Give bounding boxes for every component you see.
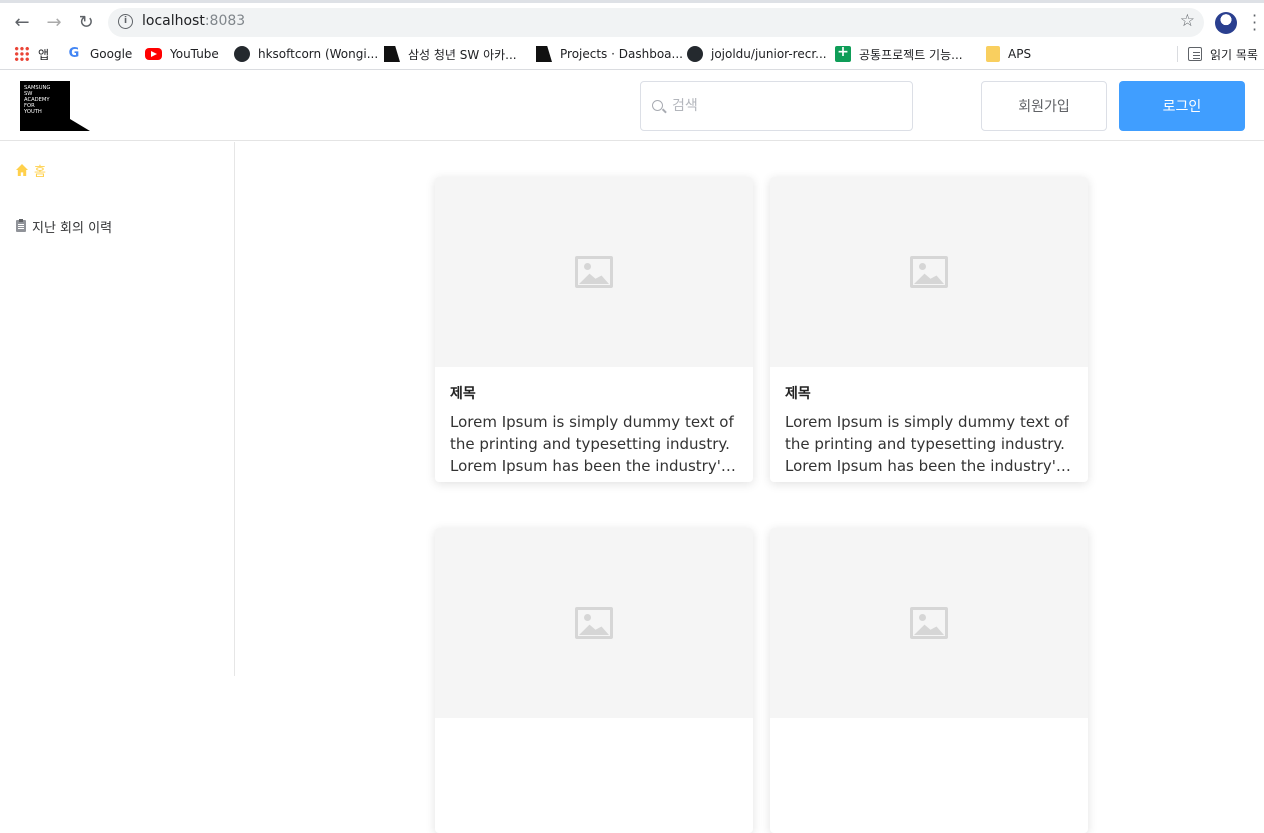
bookmark-divider (1177, 46, 1178, 62)
card-description (450, 742, 740, 808)
bookmark-projects[interactable]: Projects · Dashboa... (536, 44, 683, 64)
samsung-icon (536, 46, 552, 62)
search-icon (652, 100, 663, 111)
search-input[interactable] (672, 94, 902, 118)
conference-card[interactable]: 제목 Lorem Ipsum is simply dummy text of t… (435, 177, 753, 482)
sidebar: 홈 지난 회의 이력 (0, 142, 235, 676)
github-icon (687, 46, 703, 62)
card-image-placeholder (435, 528, 753, 718)
folder-icon (986, 46, 1000, 62)
conference-card[interactable]: 제목 Lorem Ipsum is simply dummy text of t… (770, 177, 1088, 482)
bookmark-star-icon[interactable]: ☆ (1180, 11, 1195, 31)
ssafy-logo[interactable]: SAMSUNG SW ACADEMY FOR YOUTH (20, 81, 90, 131)
address-bar[interactable]: i localhost:8083 ☆ (108, 8, 1204, 37)
youtube-icon (145, 48, 162, 60)
svg-text:YOUTH: YOUTH (23, 109, 42, 115)
back-arrow-icon[interactable]: ← (10, 10, 34, 34)
bookmark-google[interactable]: G Google (66, 44, 133, 64)
bookmark-jojoldu[interactable]: jojoldu/junior-recr... (687, 44, 827, 64)
bookmark-ssafy[interactable]: 삼성 청년 SW 아카... (384, 44, 517, 64)
card-description: Lorem Ipsum is simply dummy text of the … (450, 413, 734, 475)
bookmark-hksoftcorn[interactable]: hksoftcorn (Wongi... (234, 44, 378, 64)
signup-button[interactable]: 회원가입 (981, 81, 1107, 131)
card-image-placeholder (770, 528, 1088, 718)
reading-list[interactable]: 읽기 목록 (1188, 44, 1258, 64)
bookmark-apps[interactable]: 앱 (14, 44, 49, 64)
card-description: Lorem Ipsum is simply dummy text of the … (785, 413, 1069, 475)
image-icon (575, 256, 613, 288)
site-info-icon[interactable]: i (118, 14, 133, 29)
card-image-placeholder (435, 177, 753, 367)
clipboard-icon (16, 219, 26, 232)
browser-toolbar: ← → ↻ i localhost:8083 ☆ · · · (0, 0, 1264, 38)
card-image-placeholder (770, 177, 1088, 367)
card-title: 제목 (785, 386, 811, 402)
profile-avatar[interactable] (1215, 12, 1237, 34)
login-button[interactable]: 로그인 (1119, 81, 1245, 131)
reading-list-icon (1188, 47, 1202, 61)
image-icon (575, 607, 613, 639)
github-icon (234, 46, 250, 62)
search-box[interactable] (640, 81, 913, 131)
reload-icon[interactable]: ↻ (74, 10, 98, 34)
sidebar-item-home[interactable]: 홈 (16, 160, 46, 180)
forward-arrow-icon[interactable]: → (42, 10, 66, 34)
bookmarks-bar: 앱 G Google YouTube hksoftcorn (Wongi... 삼… (0, 38, 1264, 70)
google-icon: G (68, 46, 80, 61)
app-header: SAMSUNG SW ACADEMY FOR YOUTH 회원가입 로그인 (0, 71, 1264, 141)
card-description (785, 742, 1075, 808)
conference-card[interactable] (435, 528, 753, 833)
browser-menu-icon[interactable]: · · · (1252, 8, 1257, 38)
url-text: localhost:8083 (142, 13, 246, 29)
image-icon (910, 607, 948, 639)
samsung-icon (384, 46, 400, 62)
image-icon (910, 256, 948, 288)
conference-card[interactable] (770, 528, 1088, 833)
bookmark-youtube[interactable]: YouTube (145, 44, 219, 64)
card-title: 제목 (450, 386, 476, 402)
bookmark-common-project[interactable]: 공통프로젝트 기능... (835, 44, 963, 64)
bookmark-aps[interactable]: APS (986, 44, 1031, 64)
sheets-icon (835, 44, 851, 62)
home-icon (16, 164, 28, 176)
sidebar-item-history[interactable]: 지난 회의 이력 (16, 216, 112, 236)
apps-icon (14, 46, 30, 62)
